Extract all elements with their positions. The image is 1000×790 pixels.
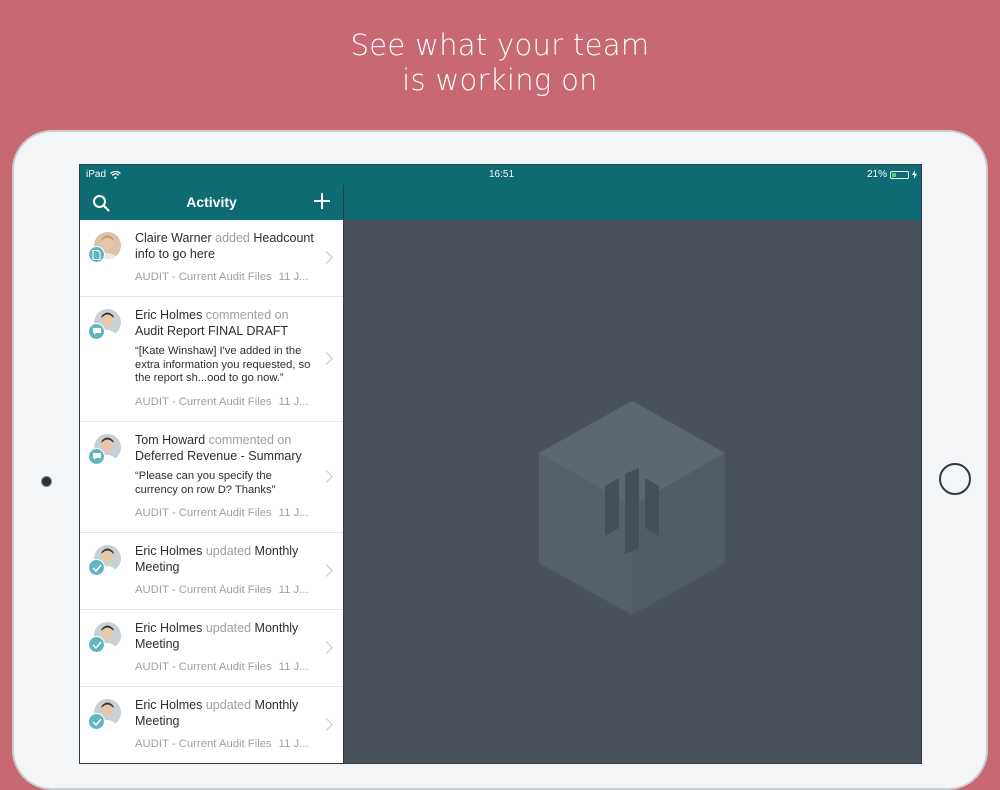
activity-feed: Claire Warner added Headcount info to go… [80, 220, 343, 763]
activity-headline: Eric Holmes commented on Audit Report FI… [135, 307, 317, 339]
sidebar-navbar: Activity [80, 185, 343, 220]
headline-line-1: See what your team [350, 28, 650, 62]
document-icon [88, 246, 105, 263]
activity-date: 11 J... [278, 271, 309, 283]
activity-sidebar: Activity Claire Warner added Headcount i… [80, 185, 344, 763]
actor-name: Claire Warner [135, 231, 212, 245]
add-icon[interactable] [312, 191, 332, 211]
activity-object: Audit Report FINAL DRAFT [135, 324, 289, 338]
app-screen: iPad 16:51 21% Activity Claire Warner ad… [79, 164, 922, 764]
detail-navbar [344, 185, 921, 220]
check-icon [88, 559, 105, 576]
chevron-right-icon [320, 251, 333, 264]
list-item[interactable]: Claire Warner added Headcount info to go… [80, 220, 343, 297]
headline-line-2: is working on [402, 63, 598, 97]
check-icon [88, 713, 105, 730]
workspace-label: AUDIT - Current Audit Files [135, 584, 272, 596]
status-time: 16:51 [488, 169, 515, 180]
workspace-label: AUDIT - Current Audit Files [135, 738, 272, 750]
activity-date: 11 J... [278, 584, 309, 596]
list-item[interactable]: Eric Holmes updated Monthly Meeting AUDIT… [80, 533, 343, 610]
activity-meta: AUDIT - Current Audit Files 11 J... [135, 507, 309, 519]
list-item[interactable]: Tom Howard commented on Deferred Revenue… [80, 422, 343, 533]
activity-verb: updated [205, 698, 252, 712]
app-logo-watermark [539, 401, 725, 615]
activity-date: 11 J... [278, 661, 309, 673]
activity-meta: AUDIT - Current Audit Files 11 J... [135, 396, 309, 408]
activity-verb: updated [205, 544, 252, 558]
list-item[interactable]: Eric Holmes updated Monthly Meeting AUDIT… [80, 610, 343, 687]
actor-name: Eric Holmes [135, 308, 203, 322]
chevron-right-icon [320, 564, 333, 577]
comment-quote: “[Kate Winshaw] I've added in the extra … [135, 345, 311, 384]
activity-headline: Tom Howard commented on Deferred Revenue… [135, 432, 317, 464]
activity-headline: Eric Holmes updated Monthly Meeting [135, 697, 317, 729]
battery-level [892, 172, 896, 177]
chevron-right-icon [320, 641, 333, 654]
status-bar: iPad 16:51 21% [80, 165, 921, 185]
activity-date: 11 J... [278, 396, 309, 408]
marketing-headline: See what your team is working on [0, 28, 1000, 98]
check-icon [88, 636, 105, 653]
list-item[interactable]: Eric Holmes updated Monthly Meeting AUDIT… [80, 687, 343, 763]
chevron-right-icon [320, 470, 333, 483]
workspace-label: AUDIT - Current Audit Files [135, 271, 272, 283]
activity-date: 11 J... [278, 507, 309, 519]
home-button[interactable] [939, 463, 971, 495]
activity-verb: updated [205, 621, 252, 635]
activity-headline: Eric Holmes updated Monthly Meeting [135, 620, 317, 652]
activity-object: Deferred Revenue - Summary [135, 449, 302, 463]
actor-name: Eric Holmes [135, 621, 203, 635]
workspace-label: AUDIT - Current Audit Files [135, 661, 272, 673]
actor-name: Tom Howard [135, 433, 206, 447]
battery-icon [890, 170, 909, 179]
battery-percent: 21% [866, 169, 887, 180]
activity-verb: added [215, 231, 250, 245]
charging-icon [912, 170, 917, 179]
chevron-right-icon [320, 352, 333, 365]
activity-meta: AUDIT - Current Audit Files 11 J... [135, 661, 309, 673]
page-title: Activity [186, 194, 237, 210]
workspace-label: AUDIT - Current Audit Files [135, 396, 272, 408]
activity-headline: Eric Holmes updated Monthly Meeting [135, 543, 317, 575]
workspace-label: AUDIT - Current Audit Files [135, 507, 272, 519]
activity-meta: AUDIT - Current Audit Files 11 J... [135, 584, 309, 596]
activity-verb: commented on [208, 433, 292, 447]
list-item[interactable]: Eric Holmes commented on Audit Report FI… [80, 297, 343, 422]
activity-date: 11 J... [278, 738, 309, 750]
activity-meta: AUDIT - Current Audit Files 11 J... [135, 738, 309, 750]
chevron-right-icon [320, 718, 333, 731]
activity-verb: commented on [205, 308, 289, 322]
activity-headline: Claire Warner added Headcount info to go… [135, 230, 317, 262]
camera-icon [41, 476, 52, 487]
activity-meta: AUDIT - Current Audit Files 11 J... [135, 271, 309, 283]
actor-name: Eric Holmes [135, 698, 203, 712]
actor-name: Eric Holmes [135, 544, 203, 558]
comment-quote: “Please can you specify the currency on … [135, 470, 276, 496]
comment-icon [88, 448, 105, 465]
comment-icon [88, 323, 105, 340]
